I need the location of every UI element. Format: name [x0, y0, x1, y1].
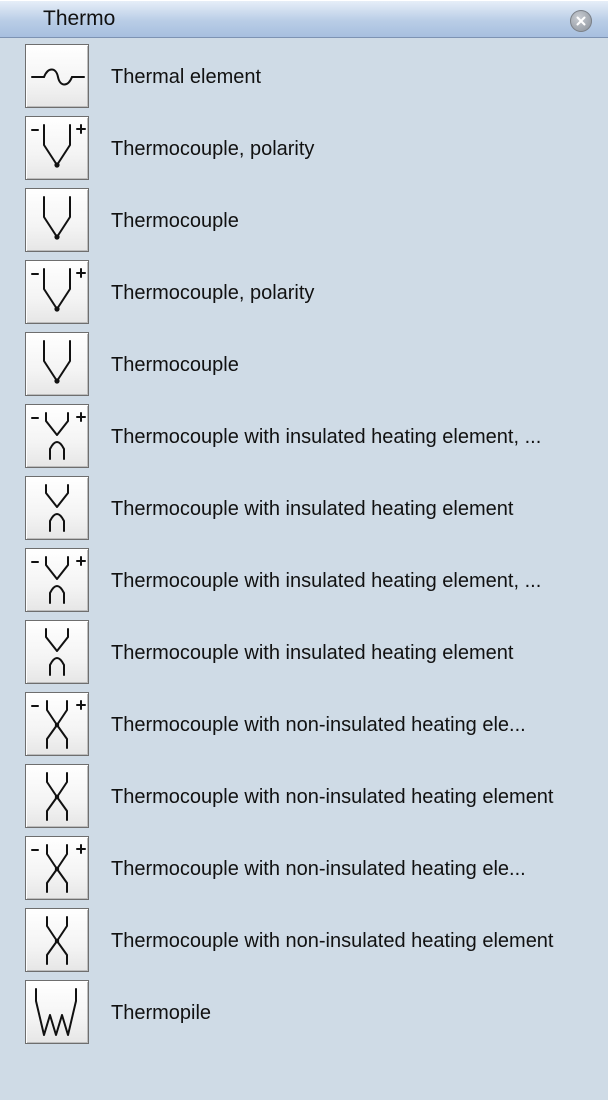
- thermocouple-noninsulated-polarity-icon: [31, 844, 86, 893]
- shape-thumbnail[interactable]: [25, 836, 89, 900]
- shape-item-label: Thermocouple with insulated heating elem…: [111, 570, 542, 592]
- shape-thumbnail[interactable]: [25, 44, 89, 108]
- shape-thumbnail[interactable]: [25, 548, 89, 612]
- shape-item[interactable]: Thermocouple with non-insulated heating …: [0, 764, 608, 830]
- shape-item[interactable]: Thermocouple with insulated heating elem…: [0, 476, 608, 542]
- shape-item[interactable]: Thermopile: [0, 980, 608, 1046]
- shape-item[interactable]: Thermocouple, polarity: [0, 116, 608, 182]
- thermo-library-panel: Thermo Thermal element Thermocouple, pola…: [0, 0, 608, 1100]
- thermocouple-icon: [43, 340, 71, 384]
- shape-thumbnail[interactable]: [25, 692, 89, 756]
- panel-title: Thermo: [43, 7, 116, 30]
- close-button[interactable]: [570, 10, 592, 32]
- shape-item-label: Thermocouple with non-insulated heating …: [111, 786, 554, 808]
- shape-thumbnail[interactable]: [25, 188, 89, 252]
- shape-thumbnail[interactable]: [25, 116, 89, 180]
- shape-item-label: Thermal element: [111, 66, 262, 88]
- close-icon: [576, 16, 586, 26]
- thermocouple-insulated-polarity-icon: [31, 412, 86, 460]
- shape-thumbnail[interactable]: [25, 476, 89, 540]
- shape-item-label: Thermocouple with non-insulated heating …: [111, 714, 526, 736]
- shape-item[interactable]: Thermocouple with insulated heating elem…: [0, 620, 608, 686]
- shape-item[interactable]: Thermocouple with non-insulated heating …: [0, 692, 608, 758]
- shape-item[interactable]: Thermocouple: [0, 332, 608, 398]
- thermocouple-noninsulated-polarity-icon: [31, 700, 86, 749]
- thermocouple-insulated-polarity-icon: [31, 556, 86, 604]
- thermocouple-insulated-icon: [45, 484, 69, 532]
- shape-item[interactable]: Thermal element: [0, 44, 608, 110]
- shape-item-label: Thermocouple with non-insulated heating …: [111, 930, 554, 952]
- shape-item-label: Thermocouple with non-insulated heating …: [111, 858, 526, 880]
- shape-item[interactable]: Thermocouple with insulated heating elem…: [0, 404, 608, 470]
- thermopile-icon: [35, 988, 77, 1036]
- shape-item-label: Thermocouple: [111, 354, 239, 376]
- thermal-element-icon: [31, 68, 85, 86]
- shape-thumbnail[interactable]: [25, 980, 89, 1044]
- shape-item[interactable]: Thermocouple with non-insulated heating …: [0, 836, 608, 902]
- shape-thumbnail[interactable]: [25, 332, 89, 396]
- shape-thumbnail[interactable]: [25, 764, 89, 828]
- shape-item[interactable]: Thermocouple: [0, 188, 608, 254]
- shape-item-label: Thermocouple, polarity: [111, 282, 315, 304]
- shape-item-label: Thermocouple: [111, 210, 239, 232]
- thermocouple-icon: [43, 196, 71, 240]
- shape-thumbnail[interactable]: [25, 260, 89, 324]
- shape-item-label: Thermopile: [111, 1002, 212, 1024]
- shape-thumbnail[interactable]: [25, 404, 89, 468]
- thermocouple-noninsulated-icon: [46, 916, 68, 965]
- panel-header[interactable]: Thermo: [0, 0, 608, 38]
- thermocouple-insulated-icon: [45, 628, 69, 676]
- shape-thumbnail[interactable]: [25, 908, 89, 972]
- shape-item[interactable]: Thermocouple with insulated heating elem…: [0, 548, 608, 614]
- shape-item[interactable]: Thermocouple with non-insulated heating …: [0, 908, 608, 974]
- shape-thumbnail[interactable]: [25, 620, 89, 684]
- shape-item-label: Thermocouple with insulated heating elem…: [111, 498, 514, 520]
- shape-item-label: Thermocouple with insulated heating elem…: [111, 642, 514, 664]
- shape-item[interactable]: Thermocouple, polarity: [0, 260, 608, 326]
- thermocouple-noninsulated-icon: [46, 772, 68, 821]
- shape-item-label: Thermocouple with insulated heating elem…: [111, 426, 542, 448]
- thermocouple-polarity-icon: [31, 124, 86, 168]
- thermocouple-polarity-icon: [31, 268, 86, 312]
- shape-item-label: Thermocouple, polarity: [111, 138, 315, 160]
